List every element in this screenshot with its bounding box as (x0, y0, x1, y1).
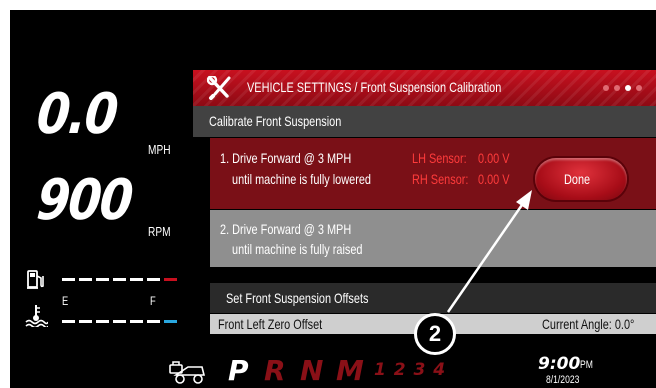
callout-number: 2 (414, 313, 456, 355)
callout-arrow (446, 190, 532, 313)
